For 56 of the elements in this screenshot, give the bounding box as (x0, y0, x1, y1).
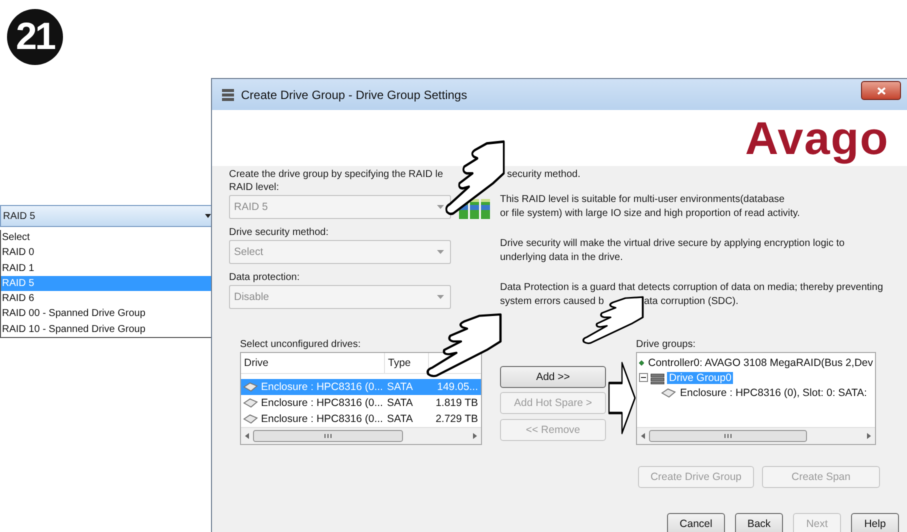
scroll-right-icon[interactable] (867, 433, 871, 439)
table-cell-text: 2.729 TB (434, 413, 479, 426)
scroll-thumb[interactable] (649, 430, 807, 442)
caret-icon (437, 250, 444, 254)
field-label: Drive security method: (229, 226, 330, 240)
horizontal-scrollbar[interactable] (637, 427, 875, 444)
description-text: or file system) with large IO size and high proportion of read activity. (500, 207, 801, 221)
drive-icon (243, 398, 258, 408)
scroll-thumb[interactable] (253, 430, 403, 442)
dialog-button[interactable]: Back (735, 513, 783, 532)
table-cell: Enclosure : HPC8316 (0... (241, 413, 385, 426)
description-text: system errors caused b (500, 295, 604, 309)
table-cell: Enclosure : HPC8316 (0... (241, 380, 385, 393)
drive-row[interactable]: Enclosure : HPC8316 (0... SATA 2.729 TB (241, 411, 481, 428)
caret-icon (437, 205, 444, 209)
horizontal-scrollbar[interactable] (241, 427, 481, 444)
caret-icon (437, 295, 444, 299)
list-label: Drive groups: (636, 338, 696, 352)
table-cell-text: 149.05... (436, 380, 479, 393)
scroll-left-icon[interactable] (641, 433, 645, 439)
close-icon (876, 86, 886, 94)
table-cell: Enclosure : HPC8316 (0... (241, 396, 385, 409)
tree-item[interactable]: Controller0: AVAGO 3108 MegaRAID(Bus 2,Dev (646, 356, 875, 368)
description-text: ata corruption (SDC). (644, 295, 738, 309)
table-cell-text: SATA (386, 396, 414, 409)
list-label: Select unconfigured drives: (240, 338, 362, 352)
drive-icon (243, 414, 258, 424)
column-header[interactable]: Drive (241, 353, 385, 373)
table-cell-text: SATA (386, 413, 414, 426)
close-button[interactable] (861, 81, 901, 100)
table-cell-text: 1.819 TB (434, 396, 479, 409)
drive-row[interactable]: Enclosure : HPC8316 (0... SATA 1.819 TB (241, 394, 481, 412)
disk-stack-icon (650, 370, 665, 384)
description-text: Drive security will make the virtual drive secure by applying encryption logic to (500, 237, 846, 251)
scroll-right-icon[interactable] (473, 433, 477, 440)
collapse-toggle[interactable] (639, 373, 648, 382)
raid-drives-icon (459, 197, 490, 219)
instruction-text: security method. (507, 168, 580, 182)
logo: Avago (745, 111, 889, 165)
dialog-button[interactable]: Cancel (667, 513, 725, 532)
step-number: 21 (7, 9, 63, 65)
action-button[interactable]: Add >> (500, 366, 606, 388)
instruction-text: Create the drive group by specifying the RAID le (229, 168, 443, 182)
description-text: This RAID level is suitable for multi-user environments(database (500, 193, 786, 207)
description-text: Data Protection is a guard that detects corruption of data on media; thereby preventing (500, 281, 884, 295)
description-text: underlying data in the drive. (500, 251, 624, 265)
drive-icon (661, 388, 676, 398)
dialog-button[interactable]: Help (851, 513, 899, 532)
drive-icon (243, 382, 258, 392)
field-label: RAID level: (229, 181, 280, 195)
tree-item[interactable]: Enclosure : HPC8316 (0), Slot: 0: SATA: (678, 386, 869, 398)
field-label: Data protection: (229, 271, 301, 285)
scroll-left-icon[interactable] (245, 433, 249, 440)
table-cell-text: SATA (386, 380, 414, 393)
window-title: Create Drive Group - Drive Group Settings (241, 88, 468, 102)
caret-icon (205, 214, 211, 218)
